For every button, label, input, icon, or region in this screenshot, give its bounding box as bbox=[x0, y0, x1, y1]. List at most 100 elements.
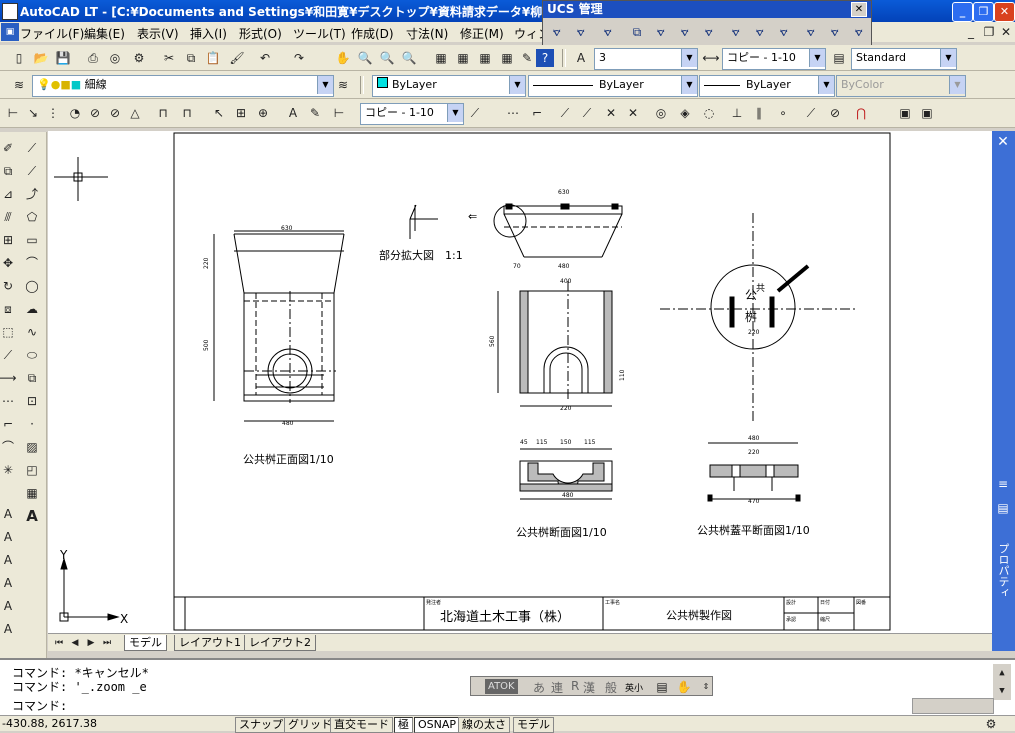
dim-style-select-2[interactable]: コピー - 1-10 ▼ bbox=[360, 103, 464, 125]
print-icon[interactable]: ⎙ bbox=[84, 49, 102, 67]
autocad-app-icon[interactable] bbox=[2, 3, 18, 20]
ellipse-icon[interactable]: ⬭ bbox=[22, 345, 42, 365]
properties-icon[interactable]: ▦ bbox=[432, 49, 450, 67]
panel-autohide-icon[interactable]: ▤ bbox=[994, 499, 1012, 517]
dim-update-icon[interactable]: ⊢ bbox=[330, 104, 348, 122]
toolbar-extra2-icon[interactable]: ▣ bbox=[918, 104, 936, 122]
tab-layout1[interactable]: レイアウト1 bbox=[174, 635, 246, 651]
ime-hand-icon[interactable]: ✋ bbox=[675, 678, 693, 696]
polygon-icon[interactable]: ⬠ bbox=[22, 207, 42, 227]
panel-close-icon[interactable]: ✕ bbox=[994, 133, 1012, 151]
layer-select[interactable]: 💡●■■ 細線 ▼ bbox=[32, 75, 334, 97]
osnap-settings-icon[interactable]: ⋂ bbox=[852, 104, 870, 122]
ime-pad-icon[interactable]: ▤ bbox=[653, 678, 671, 696]
snap-intersection-icon[interactable]: ✕ bbox=[602, 104, 620, 122]
ime-kanji[interactable]: 漢 bbox=[583, 679, 595, 696]
mirror-icon[interactable]: ⊿ bbox=[0, 184, 18, 204]
close-window-button[interactable]: ✕ bbox=[994, 2, 1015, 22]
ucs-world-icon[interactable]: ⦡ bbox=[571, 22, 591, 42]
ucs-view-icon[interactable]: ⦡ bbox=[675, 22, 695, 42]
stretch-icon[interactable]: ⬚ bbox=[0, 322, 18, 342]
ime-roman[interactable]: R bbox=[571, 679, 579, 693]
text-style-select[interactable]: 3 ▼ bbox=[594, 48, 698, 70]
dim-style-icon[interactable]: ⟷ bbox=[702, 49, 720, 67]
construction-line-icon[interactable]: ⟋ bbox=[22, 161, 42, 181]
ucs-origin-icon[interactable]: ⦡ bbox=[699, 22, 719, 42]
match-properties-icon[interactable]: 🖌 bbox=[228, 49, 246, 67]
snap-none-icon[interactable]: ⊘ bbox=[826, 104, 844, 122]
minimize-button[interactable]: _ bbox=[952, 2, 973, 22]
table-icon[interactable]: ▦ bbox=[22, 483, 42, 503]
text-style-icon[interactable]: A bbox=[572, 49, 590, 67]
dtext-icon[interactable]: A bbox=[0, 527, 18, 547]
make-layer-current-icon[interactable]: ≋ bbox=[334, 76, 352, 94]
tolerance-icon[interactable]: ⊞ bbox=[232, 104, 250, 122]
continue-dim-icon[interactable]: ⊓ bbox=[178, 104, 196, 122]
rectangle-icon[interactable]: ▭ bbox=[22, 230, 42, 250]
ucs-previous-icon[interactable]: ⦡ bbox=[598, 22, 618, 42]
ucs-y-icon[interactable]: ⦡ bbox=[801, 22, 821, 42]
dim-style-select[interactable]: コピー - 1-10 ▼ bbox=[722, 48, 826, 70]
ucs-close-button[interactable]: ✕ bbox=[851, 2, 867, 17]
publish-icon[interactable]: ⚙ bbox=[130, 49, 148, 67]
redo-icon[interactable]: ↷ bbox=[290, 49, 308, 67]
snap-midpoint-icon[interactable]: ⟋ bbox=[578, 104, 596, 122]
tab-last-icon[interactable]: ⏭ bbox=[98, 634, 116, 652]
revision-cloud-icon[interactable]: ☁ bbox=[22, 299, 42, 319]
ime-mode[interactable]: ATOK bbox=[485, 679, 518, 694]
chamfer-icon[interactable]: ⌐ bbox=[0, 414, 18, 434]
zoom-realtime-icon[interactable]: 🔍 bbox=[356, 49, 374, 67]
ucs-x-icon[interactable]: ⦡ bbox=[774, 22, 794, 42]
panel-menu-icon[interactable]: ≡ bbox=[994, 475, 1012, 493]
ucs-apply-icon[interactable]: ⦡ bbox=[849, 22, 869, 42]
scroll-down-icon[interactable]: ▼ bbox=[993, 682, 1011, 700]
make-block-icon[interactable]: ⊡ bbox=[22, 391, 42, 411]
doc-minimize-icon[interactable]: _ bbox=[962, 23, 980, 41]
paste-icon[interactable]: 📋 bbox=[204, 49, 222, 67]
menu-tools[interactable]: ツール(T) bbox=[293, 25, 346, 42]
dim-edit-icon[interactable]: A bbox=[284, 104, 302, 122]
undo-icon[interactable]: ↶ bbox=[256, 49, 274, 67]
circle-icon[interactable]: ◯ bbox=[22, 276, 42, 296]
zoom-window-icon[interactable]: 🔍 bbox=[378, 49, 396, 67]
tab-layout2[interactable]: レイアウト2 bbox=[244, 635, 316, 651]
polyline-icon[interactable]: ⤴ bbox=[22, 184, 42, 204]
table-style-icon[interactable]: ▤ bbox=[830, 49, 848, 67]
scale-icon[interactable]: ⧈ bbox=[0, 299, 18, 319]
radius-dim-icon[interactable]: ◔ bbox=[66, 104, 84, 122]
snap-nearest-icon[interactable]: ⟋ bbox=[802, 104, 820, 122]
menu-dimension[interactable]: 寸法(N) bbox=[406, 25, 448, 42]
extend-icon[interactable]: ⟶ bbox=[0, 368, 18, 388]
ordinate-dim-icon[interactable]: ⋮ bbox=[44, 104, 62, 122]
cut-icon[interactable]: ✂ bbox=[160, 49, 178, 67]
save-icon[interactable]: 💾 bbox=[54, 49, 72, 67]
markup-icon[interactable]: ✎ bbox=[518, 49, 536, 67]
color-select[interactable]: ByLayer ▼ bbox=[372, 75, 526, 97]
rotate-icon[interactable]: ↻ bbox=[0, 276, 18, 296]
fillet-icon[interactable]: ⌒ bbox=[0, 437, 18, 457]
angular-dim-icon[interactable]: ⊘ bbox=[106, 104, 124, 122]
trim-icon[interactable]: ⟋ bbox=[0, 345, 18, 365]
spline-icon[interactable]: ∿ bbox=[22, 322, 42, 342]
doc-close-icon[interactable]: ✕ bbox=[997, 23, 1015, 41]
linear-dim-icon[interactable]: ⊢ bbox=[4, 104, 22, 122]
explode-icon[interactable]: ✳ bbox=[0, 460, 18, 480]
menu-edit[interactable]: 編集(E) bbox=[84, 25, 125, 42]
offset-icon[interactable]: ⫻ bbox=[0, 207, 18, 227]
snap-tracking-icon[interactable]: ⋯ bbox=[504, 104, 522, 122]
multiline-text-icon[interactable]: A bbox=[22, 506, 42, 526]
ime-eisho[interactable]: 英小 bbox=[625, 681, 643, 694]
scroll-up-icon[interactable]: ▲ bbox=[993, 664, 1011, 682]
point-icon[interactable]: · bbox=[22, 414, 42, 434]
table-style-select[interactable]: Standard ▼ bbox=[851, 48, 957, 70]
dim-text-edit-icon[interactable]: ✎ bbox=[306, 104, 324, 122]
plot-preview-icon[interactable]: ◎ bbox=[106, 49, 124, 67]
snap-perpendicular-icon[interactable]: ⊥ bbox=[728, 104, 746, 122]
properties-panel[interactable]: ✕ プロパティ ≡ ▤ bbox=[992, 131, 1015, 651]
leader-icon[interactable]: ↖ bbox=[210, 104, 228, 122]
snap-from-icon[interactable]: ⌐ bbox=[528, 104, 546, 122]
insert-block-icon[interactable]: ⧉ bbox=[22, 368, 42, 388]
help-icon[interactable]: ? bbox=[536, 49, 554, 67]
mtext-icon[interactable]: A bbox=[0, 504, 18, 524]
erase-icon[interactable]: ✐ bbox=[0, 138, 18, 158]
